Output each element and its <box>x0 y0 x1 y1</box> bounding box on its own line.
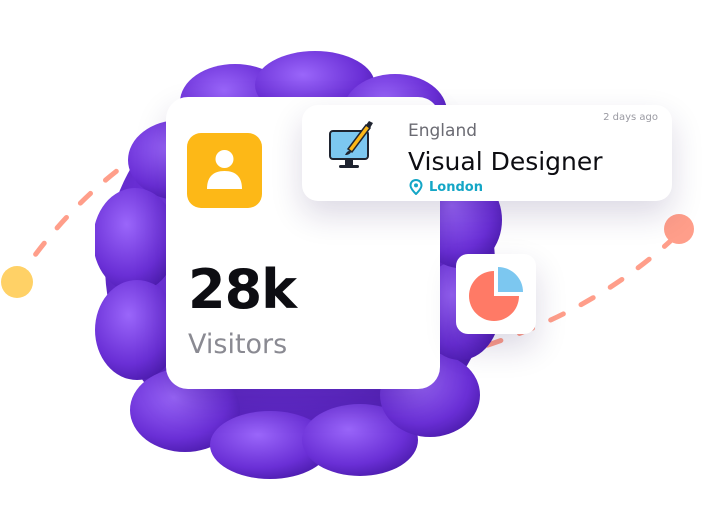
job-card[interactable]: England 2 days ago Visual Designer Londo… <box>302 105 672 201</box>
avatar-tile <box>187 133 262 208</box>
orbit-dot-right <box>664 214 694 244</box>
user-icon <box>207 150 242 189</box>
pie-chart-icon <box>469 267 523 321</box>
hero-illustration: 28k Visitors England 2 days ago Visual D… <box>0 0 702 520</box>
location-pin-icon <box>409 179 423 195</box>
visitors-count: 28k <box>188 258 297 321</box>
posted-time: 2 days ago <box>603 112 658 123</box>
job-title: Visual Designer <box>408 147 603 176</box>
pie-chart-card <box>456 254 536 334</box>
job-region: England <box>408 121 478 141</box>
visitors-label: Visitors <box>188 329 288 360</box>
monitor-brush-icon <box>329 121 373 168</box>
job-location: London <box>429 180 483 195</box>
orbit-dot-left <box>1 266 33 298</box>
